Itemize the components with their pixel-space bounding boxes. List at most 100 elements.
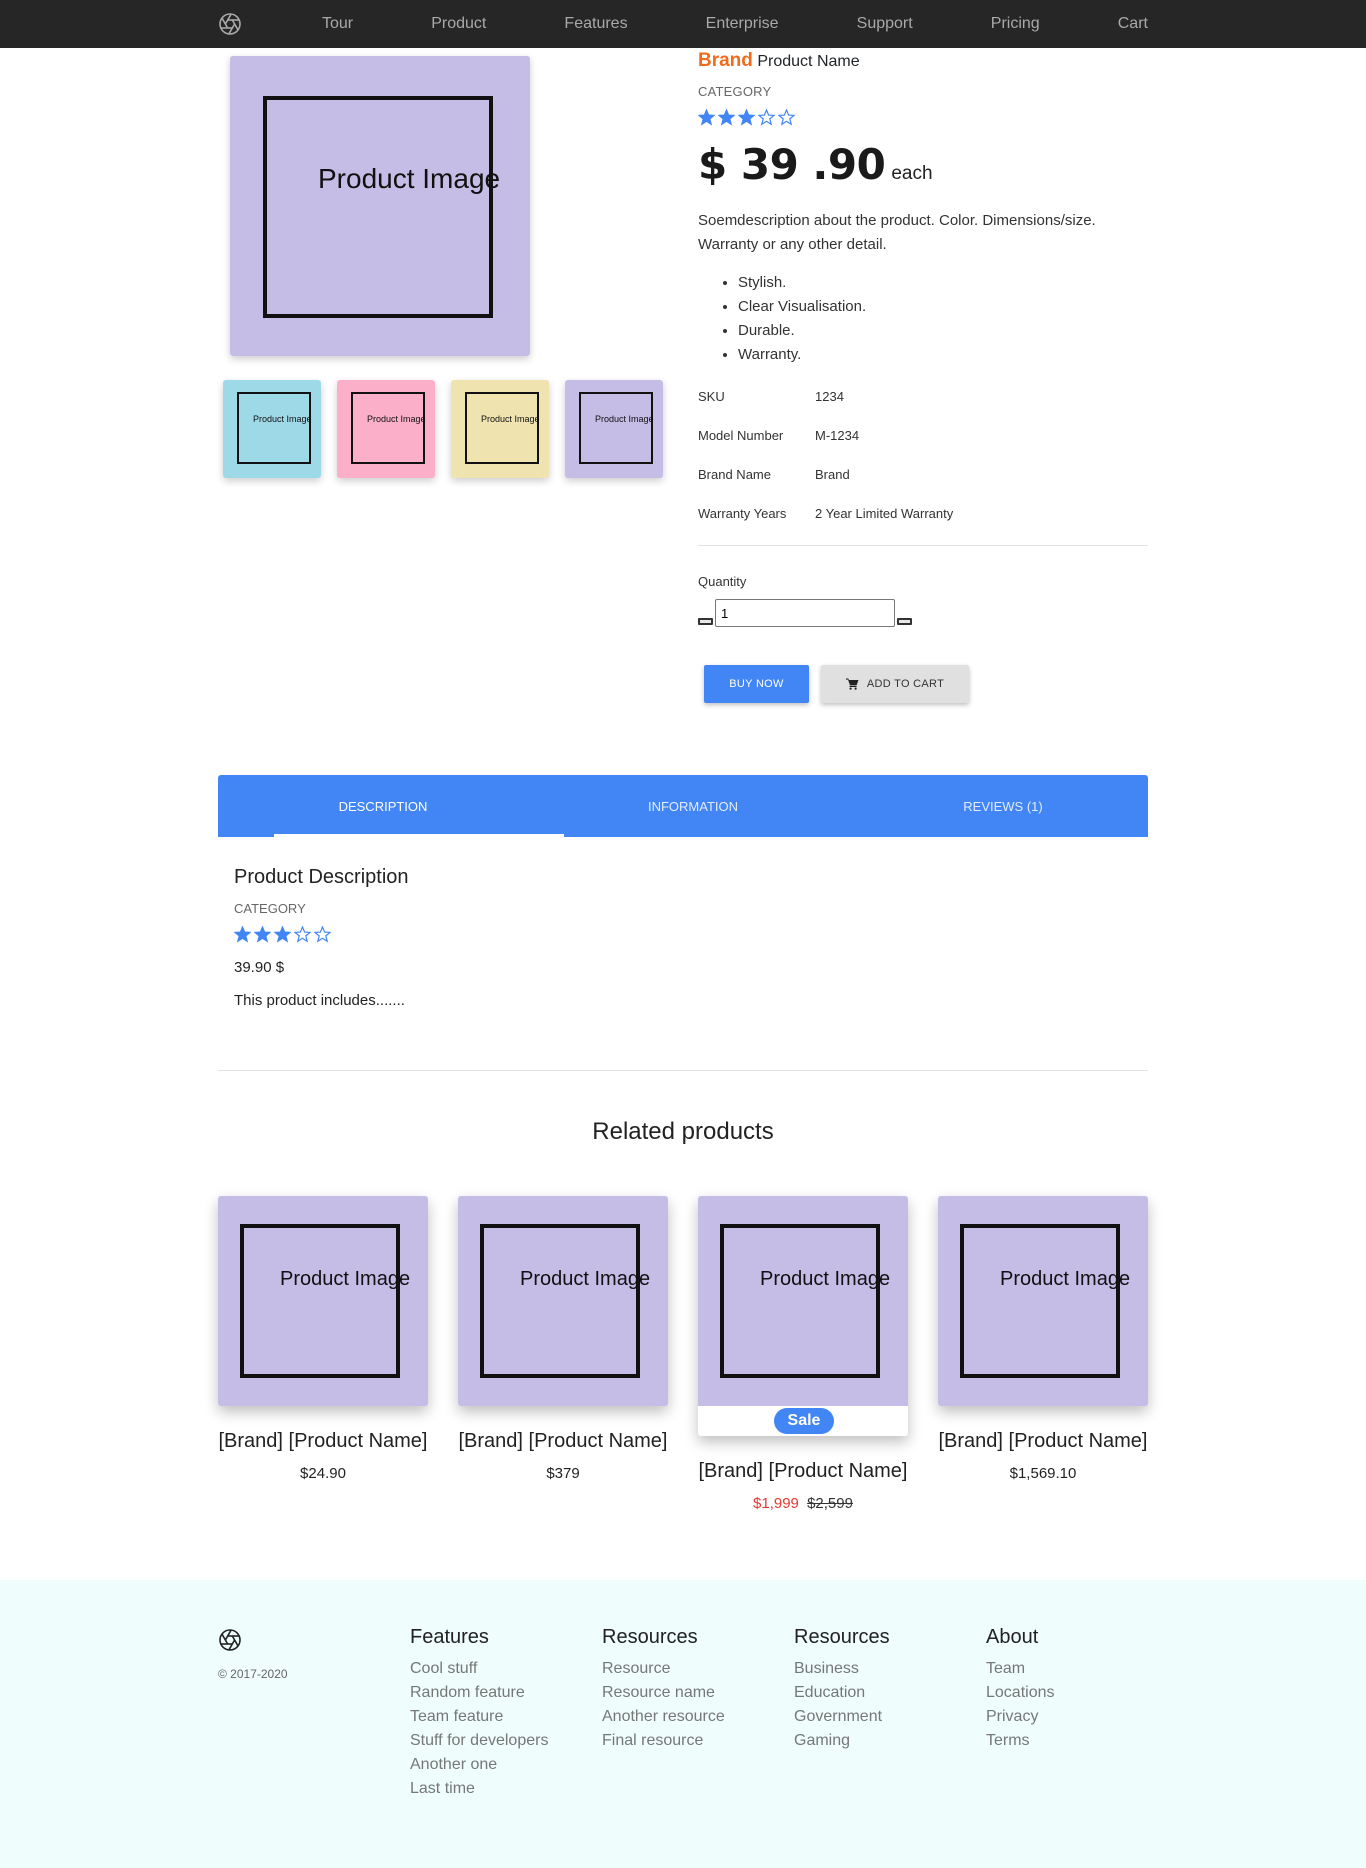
- footer: © 2017-2020 Features Cool stuff Random f…: [0, 1580, 1366, 1868]
- product-category: CATEGORY: [698, 84, 772, 99]
- footer-link[interactable]: Last time: [410, 1777, 548, 1801]
- spec-key: Brand Name: [698, 467, 771, 482]
- tab-reviews[interactable]: REVIEWS (1): [838, 775, 1148, 837]
- footer-link[interactable]: Business: [794, 1657, 890, 1681]
- related-product-card[interactable]: Product Image Sale [Brand] [Product Name…: [698, 1196, 908, 1512]
- footer-column-about: About Team Locations Privacy Terms: [986, 1626, 1055, 1753]
- increment-button[interactable]: [897, 617, 912, 625]
- product-image[interactable]: Product Image Sale: [698, 1196, 908, 1436]
- footer-link[interactable]: Final resource: [602, 1729, 725, 1753]
- thumbnail-label: Product Image: [481, 414, 540, 424]
- thumbnail-1[interactable]: Product Image: [223, 380, 321, 478]
- related-product-card[interactable]: Product Image [Brand] [Product Name] $1,…: [938, 1196, 1148, 1482]
- add-to-cart-label: ADD TO CART: [866, 678, 945, 690]
- footer-link[interactable]: Government: [794, 1705, 890, 1729]
- footer-link[interactable]: Terms: [986, 1729, 1055, 1753]
- sale-price: $1,999: [753, 1495, 799, 1512]
- product-image[interactable]: Product Image: [218, 1196, 428, 1406]
- thumbnail-label: Product Image: [253, 414, 312, 424]
- star-rating: [698, 109, 1148, 126]
- nav-features[interactable]: Features: [564, 15, 627, 33]
- footer-link[interactable]: Team feature: [410, 1705, 548, 1729]
- panel-title: Product Description: [234, 866, 409, 888]
- image-frame: [237, 392, 311, 464]
- tab-description[interactable]: DESCRIPTION: [218, 775, 528, 837]
- quantity-input[interactable]: [715, 599, 895, 627]
- product-title: Brand Product Name: [698, 50, 1148, 72]
- active-tab-indicator: [274, 834, 564, 837]
- product-price: $1,569.10: [1009, 1465, 1077, 1482]
- footer-link[interactable]: Locations: [986, 1681, 1055, 1705]
- nav-support[interactable]: Support: [857, 15, 913, 33]
- product-name[interactable]: [Brand] [Product Name]: [458, 1430, 668, 1453]
- star-empty-icon: [778, 109, 795, 126]
- aperture-icon[interactable]: [218, 1628, 242, 1652]
- product-price: $24.90: [300, 1465, 346, 1482]
- footer-link[interactable]: Cool stuff: [410, 1657, 548, 1681]
- brand-name[interactable]: Brand: [698, 50, 753, 71]
- nav-product[interactable]: Product: [431, 15, 486, 33]
- decrement-button[interactable]: [698, 617, 713, 625]
- footer-link[interactable]: Random feature: [410, 1681, 548, 1705]
- thumbnail-4[interactable]: Product Image: [565, 380, 663, 478]
- image-frame: [351, 392, 425, 464]
- spec-row: SKU 1234: [698, 389, 1148, 428]
- nav-tour[interactable]: Tour: [322, 15, 353, 33]
- nav-pricing[interactable]: Pricing: [991, 15, 1040, 33]
- product-name[interactable]: [Brand] [Product Name]: [938, 1430, 1148, 1453]
- footer-link[interactable]: Resource name: [602, 1681, 725, 1705]
- related-product-card[interactable]: Product Image [Brand] [Product Name] $24…: [218, 1196, 428, 1482]
- thumbnail-3[interactable]: Product Image: [451, 380, 549, 478]
- footer-link[interactable]: Gaming: [794, 1729, 890, 1753]
- spec-value: 2 Year Limited Warranty: [815, 506, 954, 521]
- buy-now-button[interactable]: BUY NOW: [704, 665, 809, 703]
- tab-information[interactable]: INFORMATION: [528, 775, 838, 837]
- product-description: Soemdescription about the product. Color…: [698, 212, 1096, 253]
- image-placeholder-label: Product Image: [280, 1268, 411, 1290]
- panel-price: 39.90 $: [234, 959, 285, 976]
- star-filled-icon: [738, 109, 755, 126]
- divider: [698, 545, 1148, 546]
- feature-item: Warranty.: [738, 343, 1148, 367]
- add-to-cart-button[interactable]: ADD TO CART: [821, 665, 969, 703]
- footer-link[interactable]: Another one: [410, 1753, 548, 1777]
- footer-link[interactable]: Team: [986, 1657, 1055, 1681]
- related-product-card[interactable]: Product Image [Brand] [Product Name] $37…: [458, 1196, 668, 1482]
- price: $ 39 .90 each: [698, 140, 1148, 189]
- spec-value: Brand: [815, 467, 850, 482]
- footer-link[interactable]: Resource: [602, 1657, 725, 1681]
- footer-link[interactable]: Privacy: [986, 1705, 1055, 1729]
- thumbnail-label: Product Image: [595, 414, 654, 424]
- product-name[interactable]: [Brand] [Product Name]: [698, 1460, 908, 1483]
- spec-table: SKU 1234 Model Number M-1234 Brand Name …: [698, 389, 1148, 545]
- aperture-icon[interactable]: [218, 12, 242, 36]
- feature-list: Stylish. Clear Visualisation. Durable. W…: [738, 271, 1148, 367]
- product-price: $379: [546, 1465, 580, 1482]
- spec-value: 1234: [815, 389, 844, 404]
- nav-enterprise[interactable]: Enterprise: [706, 15, 779, 33]
- product-image[interactable]: Product Image: [938, 1196, 1148, 1406]
- thumbnail-2[interactable]: Product Image: [337, 380, 435, 478]
- star-filled-icon: [698, 109, 715, 126]
- tab-panel-description: Product Description CATEGORY 39.90 $ Thi…: [234, 866, 1134, 1009]
- footer-link[interactable]: Education: [794, 1681, 890, 1705]
- sale-badge: Sale: [774, 1408, 834, 1434]
- product-name[interactable]: [Brand] [Product Name]: [218, 1430, 428, 1453]
- related-title: Related products: [592, 1118, 774, 1145]
- image-frame: [240, 1224, 400, 1378]
- image-placeholder-label: Product Image: [318, 163, 501, 194]
- panel-category: CATEGORY: [234, 901, 306, 916]
- product-image[interactable]: Product Image: [458, 1196, 668, 1406]
- copyright: © 2017-2020: [218, 1667, 288, 1681]
- footer-link[interactable]: Stuff for developers: [410, 1729, 548, 1753]
- feature-item: Stylish.: [738, 271, 1148, 295]
- divider: [218, 1070, 1148, 1071]
- star-empty-icon: [314, 926, 331, 943]
- nav-cart[interactable]: Cart: [1118, 15, 1148, 33]
- quantity-label: Quantity: [698, 574, 747, 589]
- footer-column-title: Resources: [602, 1626, 698, 1648]
- product-name: Product Name: [757, 53, 860, 70]
- original-price: $2,599: [807, 1495, 853, 1512]
- footer-column-title: Features: [410, 1626, 489, 1648]
- footer-link[interactable]: Another resource: [602, 1705, 725, 1729]
